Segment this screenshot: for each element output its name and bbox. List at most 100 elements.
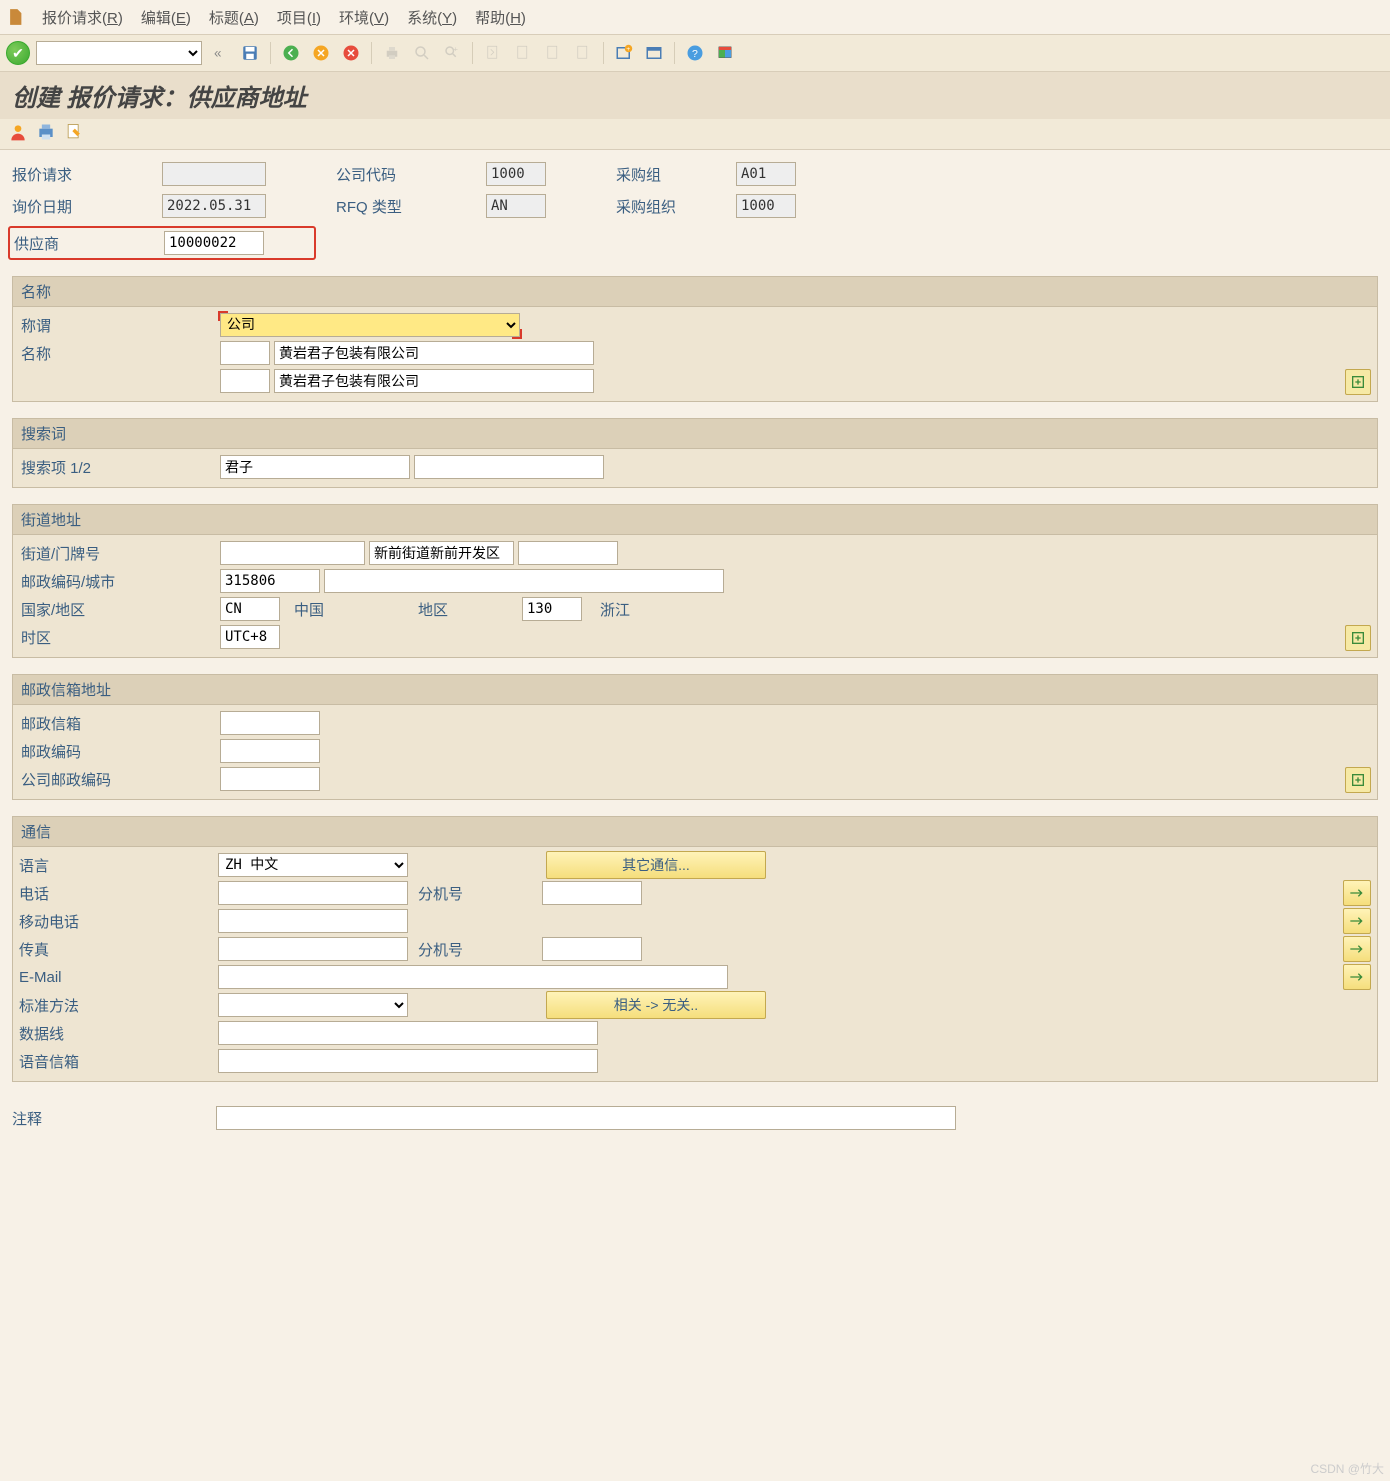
svg-text:«: « — [214, 46, 222, 61]
supplier-input[interactable] — [164, 231, 264, 255]
tel-more-button[interactable] — [1343, 880, 1371, 906]
mobile-label: 移动电话 — [19, 911, 214, 932]
street1-input[interactable] — [220, 541, 365, 565]
comm-panel-header: 通信 — [13, 817, 1377, 847]
rfqtype-field: AN — [486, 194, 546, 218]
pobox-input[interactable] — [220, 711, 320, 735]
name-panel-header: 名称 — [13, 277, 1377, 307]
svg-text:+: + — [626, 46, 630, 53]
fax-more-button[interactable] — [1343, 936, 1371, 962]
user-icon[interactable] — [8, 122, 28, 146]
title-label: 称谓 — [19, 315, 216, 336]
pobox-label: 邮政信箱 — [19, 713, 216, 734]
command-field[interactable] — [36, 41, 202, 65]
save-icon[interactable] — [238, 41, 262, 65]
data-input[interactable] — [218, 1021, 598, 1045]
sub-toolbar — [0, 119, 1390, 150]
pobox-zip-label: 邮政编码 — [19, 741, 216, 762]
region-label: 地区 — [418, 599, 518, 620]
supplier-highlight: 供应商 — [8, 226, 316, 260]
region-input[interactable] — [522, 597, 582, 621]
name1-input[interactable] — [274, 341, 594, 365]
fax-input[interactable] — [218, 937, 408, 961]
new-session-icon[interactable]: + — [612, 41, 636, 65]
country-input[interactable] — [220, 597, 280, 621]
title-select[interactable]: 公司 — [220, 313, 520, 337]
shortcut-icon[interactable] — [642, 41, 666, 65]
email-label: E-Mail — [19, 969, 214, 986]
name-prefix-input[interactable] — [220, 341, 270, 365]
menu-rfq[interactable]: 报价请求(R) — [42, 7, 123, 28]
comment-row: 注释 — [12, 1106, 1378, 1130]
email-more-button[interactable] — [1343, 964, 1371, 990]
help-icon[interactable]: ? — [683, 41, 707, 65]
rfq-field — [162, 162, 266, 186]
print-preview-icon[interactable] — [36, 122, 56, 146]
name2-input[interactable] — [274, 369, 594, 393]
country-label: 国家/地区 — [19, 599, 216, 620]
layout-icon[interactable] — [713, 41, 737, 65]
find-next-icon: + — [440, 41, 464, 65]
rfq-label: 报价请求 — [12, 164, 162, 185]
menu-title[interactable]: 标题(A) — [209, 7, 259, 28]
lang-select[interactable]: ZH 中文 — [218, 853, 408, 877]
print-icon — [380, 41, 404, 65]
pobox-zip-input[interactable] — [220, 739, 320, 763]
other-comm-button[interactable]: 其它通信... — [546, 851, 766, 879]
fax-ext-label: 分机号 — [412, 939, 538, 960]
pobox-panel-header: 邮政信箱地址 — [13, 675, 1377, 705]
menu-env[interactable]: 环境(V) — [339, 7, 389, 28]
menu-edit[interactable]: 编辑(E) — [141, 7, 191, 28]
expand-name-button[interactable] — [1345, 369, 1371, 395]
name-label: 名称 — [19, 343, 216, 364]
houseno-input[interactable] — [518, 541, 618, 565]
email-input[interactable] — [218, 965, 728, 989]
prev-page-icon — [511, 41, 535, 65]
back-green-icon[interactable] — [279, 41, 303, 65]
search2-input[interactable] — [414, 455, 604, 479]
menu-sys[interactable]: 系统(Y) — [407, 7, 457, 28]
voice-input[interactable] — [218, 1049, 598, 1073]
pobox-panel: 邮政信箱地址 邮政信箱 邮政编码 公司邮政编码 — [12, 674, 1378, 800]
mobile-input[interactable] — [218, 909, 408, 933]
pobox-cc-input[interactable] — [220, 767, 320, 791]
svg-text:+: + — [454, 45, 459, 54]
zip-input[interactable] — [220, 569, 320, 593]
address-panel-header: 街道地址 — [13, 505, 1377, 535]
menu-help[interactable]: 帮助(H) — [475, 7, 526, 28]
tel-ext-input[interactable] — [542, 881, 642, 905]
next-page-icon — [541, 41, 565, 65]
cc-field: 1000 — [486, 162, 546, 186]
expand-pobox-button[interactable] — [1345, 767, 1371, 793]
pg-label: 采购组 — [616, 164, 736, 185]
std-label: 标准方法 — [19, 995, 214, 1016]
header-area: 报价请求 询价日期2022.05.31 公司代码1000 RFQ 类型AN 采购… — [12, 160, 1378, 220]
comment-input[interactable] — [216, 1106, 956, 1130]
edit-icon[interactable] — [64, 122, 84, 146]
back-icon[interactable]: « — [208, 41, 232, 65]
name-panel: 名称 称谓 公司 名称 — [12, 276, 1378, 402]
menu-item[interactable]: 项目(I) — [277, 7, 321, 28]
tel-input[interactable] — [218, 881, 408, 905]
name2-prefix-input[interactable] — [220, 369, 270, 393]
tz-input[interactable] — [220, 625, 280, 649]
search1-input[interactable] — [220, 455, 410, 479]
street2-input[interactable] — [369, 541, 514, 565]
fax-ext-input[interactable] — [542, 937, 642, 961]
enter-button[interactable]: ✔ — [6, 41, 30, 65]
exit-icon[interactable] — [309, 41, 333, 65]
region-name: 浙江 — [586, 599, 630, 620]
dependent-button[interactable]: 相关 -> 无关.. — [546, 991, 766, 1019]
cc-label: 公司代码 — [336, 164, 486, 185]
expand-address-button[interactable] — [1345, 625, 1371, 651]
tz-label: 时区 — [19, 627, 216, 648]
cancel-icon[interactable] — [339, 41, 363, 65]
document-icon — [6, 8, 24, 26]
mobile-more-button[interactable] — [1343, 908, 1371, 934]
std-select[interactable] — [218, 993, 408, 1017]
rfqtype-label: RFQ 类型 — [336, 196, 486, 217]
menu-bar: 报价请求(R) 编辑(E) 标题(A) 项目(I) 环境(V) 系统(Y) 帮助… — [0, 0, 1390, 35]
po-label: 采购组织 — [616, 196, 736, 217]
city-input[interactable] — [324, 569, 724, 593]
comment-label: 注释 — [12, 1108, 216, 1129]
